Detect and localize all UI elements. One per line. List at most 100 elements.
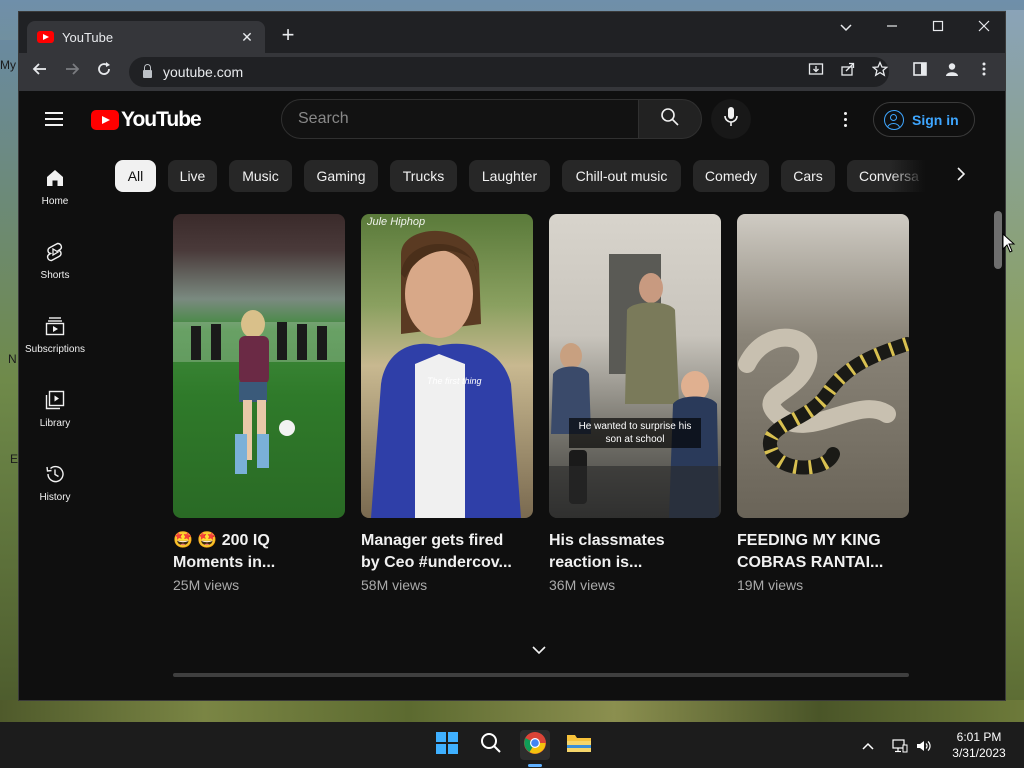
shorts-title-line: COBRAS RANTAI... (737, 554, 884, 571)
guide-item-label: Home (41, 196, 69, 207)
shorts-title-line: reaction is... (549, 554, 643, 571)
shorts-icon (43, 240, 67, 264)
shorts-item[interactable]: FEEDING MY KING COBRAS RANTAI... 19M vie… (737, 214, 909, 593)
volume-icon[interactable] (914, 736, 934, 756)
guide-item-label: Library (39, 418, 71, 429)
show-hidden-icons-button[interactable] (858, 736, 878, 756)
thumbnail-script-text: The first thing (427, 376, 482, 386)
guide-item-subscriptions[interactable]: Subscriptions (19, 296, 91, 370)
desktop-wallpaper-left (0, 40, 18, 720)
chip-music[interactable]: Music (229, 160, 292, 192)
address-bar[interactable]: youtube.com (129, 57, 889, 87)
shorts-title-line: Manager gets fired (361, 532, 504, 549)
address-url: youtube.com (163, 64, 244, 80)
guide-item-home[interactable]: Home (19, 148, 91, 222)
desktop-wallpaper-right (1006, 10, 1024, 720)
shorts-views: 25M views (173, 577, 240, 593)
page-scrollbar-thumb[interactable] (994, 211, 1002, 269)
network-icon[interactable] (890, 736, 910, 756)
side-panel-icon[interactable] (911, 61, 929, 79)
profile-icon[interactable] (943, 61, 961, 79)
youtube-logo[interactable]: YouTube (91, 108, 202, 132)
chip-trucks[interactable]: Trucks (390, 160, 457, 192)
maximize-button[interactable] (923, 16, 953, 38)
chip-laughter[interactable]: Laughter (469, 160, 550, 192)
browser-toolbar: youtube.com (19, 53, 1005, 91)
browser-window: YouTube ✕ + youtube.com YouTube Search S… (18, 11, 1006, 701)
shorts-views: 58M views (361, 577, 428, 593)
tab-close-icon[interactable]: ✕ (239, 29, 255, 46)
shorts-title[interactable]: FEEDING MY KING COBRAS RANTAI... (737, 530, 909, 574)
shorts-thumbnail[interactable] (173, 214, 345, 518)
search-icon (660, 107, 680, 132)
youtube-favicon-icon (37, 31, 54, 43)
show-more-button[interactable] (529, 641, 549, 661)
desktop-wallpaper-bottom (0, 700, 1024, 722)
shorts-thumbnail[interactable] (737, 214, 909, 518)
guide-item-history[interactable]: History (19, 444, 91, 518)
taskbar-clock[interactable]: 6:01 PM 3/31/2023 (940, 729, 1018, 761)
voice-search-button[interactable] (711, 99, 751, 139)
thumbnail-caption: He wanted to surprise his son at school (569, 418, 701, 448)
install-app-icon[interactable] (807, 61, 825, 79)
browser-titlebar: YouTube ✕ + (19, 12, 1005, 53)
start-button[interactable] (432, 730, 462, 760)
shorts-title-line: Moments in... (173, 554, 276, 571)
new-tab-button[interactable]: + (277, 24, 299, 46)
chip-all[interactable]: All (115, 160, 156, 192)
clock-date: 3/31/2023 (952, 746, 1006, 760)
search-field[interactable] (281, 99, 639, 139)
search-icon (480, 732, 502, 759)
shorts-item[interactable]: 🤩 🤩 200 IQ Moments in... 25M views (173, 214, 345, 593)
shorts-item[interactable]: He wanted to surprise his son at school … (549, 214, 721, 593)
shorts-title[interactable]: Manager gets fired by Ceo #undercov... (361, 530, 533, 574)
shorts-title[interactable]: His classmates reaction is... (549, 530, 721, 574)
taskbar-chrome-button[interactable] (520, 730, 550, 760)
search-button[interactable] (638, 99, 702, 139)
chip-cars[interactable]: Cars (781, 160, 835, 192)
sign-in-label: Sign in (912, 111, 959, 128)
mouse-cursor-icon (1002, 233, 1016, 253)
shorts-title-line: 🤩 🤩 200 IQ (173, 532, 270, 549)
browser-menu-icon[interactable] (975, 61, 993, 79)
lock-icon (143, 64, 152, 78)
youtube-play-icon (91, 110, 119, 130)
shorts-title-line: FEEDING MY KING (737, 532, 881, 549)
minimize-button[interactable] (877, 16, 907, 38)
desktop-icon-label-1: My (0, 58, 16, 72)
back-button[interactable] (29, 61, 51, 83)
youtube-page: YouTube Sign in (19, 92, 1005, 700)
bookmark-star-icon[interactable] (871, 60, 889, 79)
settings-kebab-icon[interactable] (839, 107, 851, 131)
chip-chill-out-music[interactable]: Chill-out music (562, 160, 681, 192)
clock-time: 6:01 PM (956, 730, 1002, 744)
shorts-views: 36M views (549, 577, 616, 593)
guide-item-shorts[interactable]: Shorts (19, 222, 91, 296)
shorts-thumbnail[interactable]: Jule Hiphop The first thing (361, 214, 533, 518)
taskbar-file-explorer-button[interactable] (564, 730, 594, 760)
guide-item-library[interactable]: Library (19, 370, 91, 444)
shorts-title[interactable]: 🤩 🤩 200 IQ Moments in... (173, 530, 345, 574)
guide-menu-icon[interactable] (45, 112, 63, 126)
shorts-item[interactable]: Jule Hiphop The first thing Manager gets… (361, 214, 533, 593)
chip-live[interactable]: Live (168, 160, 217, 192)
chip-comedy[interactable]: Comedy (693, 160, 769, 192)
reload-button[interactable] (93, 61, 115, 83)
sign-in-button[interactable]: Sign in (873, 102, 975, 137)
browser-tab-youtube[interactable]: YouTube ✕ (27, 21, 265, 53)
tab-search-chevron-icon[interactable] (831, 16, 861, 38)
forward-button[interactable] (61, 61, 83, 83)
chevron-right-icon (956, 166, 966, 186)
subscriptions-icon (43, 314, 67, 338)
search-input[interactable] (298, 110, 638, 128)
shorts-thumbnail[interactable]: He wanted to surprise his son at school (549, 214, 721, 518)
taskbar-search-button[interactable] (476, 730, 506, 760)
windows-logo-icon (435, 731, 459, 760)
close-window-button[interactable] (969, 16, 999, 38)
guide-item-label: History (39, 492, 71, 503)
chip-gaming[interactable]: Gaming (304, 160, 378, 192)
chips-next-button[interactable] (949, 164, 973, 188)
shorts-title-line: by Ceo #undercov... (361, 554, 512, 571)
history-icon (43, 462, 67, 486)
share-icon[interactable] (839, 61, 857, 79)
